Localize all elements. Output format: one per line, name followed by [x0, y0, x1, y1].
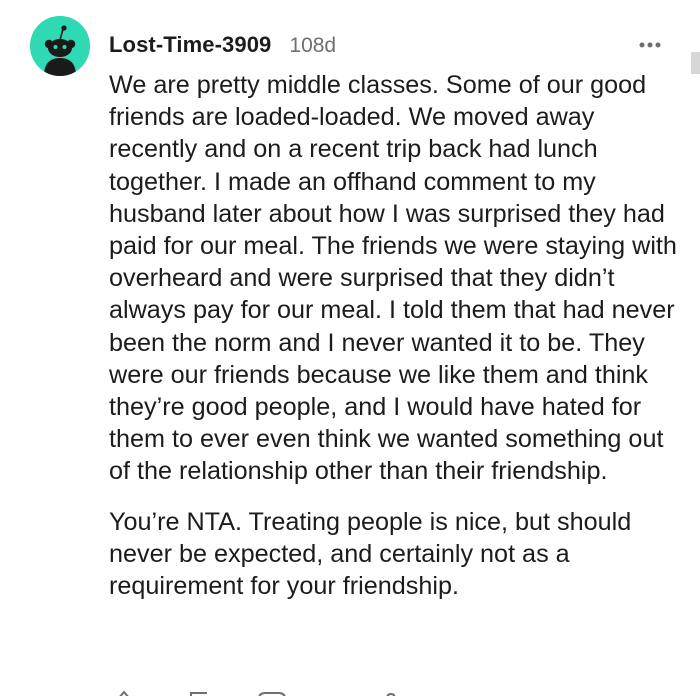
reply-icon[interactable] — [189, 686, 209, 696]
comment-paragraph: We are pretty middle classes. Some of ou… — [109, 71, 677, 486]
comment-actions — [109, 686, 529, 696]
snoo-avatar-icon — [30, 16, 90, 76]
avatar[interactable] — [30, 16, 90, 76]
award-icon[interactable] — [257, 686, 287, 696]
scrollbar[interactable] — [691, 52, 700, 74]
comment-age: 108d — [289, 34, 337, 57]
comment: Lost-Time-3909 108d We are pretty middle… — [0, 0, 700, 696]
username[interactable]: Lost-Time-3909 — [109, 32, 271, 58]
more-options-button[interactable] — [638, 38, 668, 52]
more-horizontal-icon — [639, 42, 661, 48]
comment-header: Lost-Time-3909 108d — [109, 32, 336, 58]
share-icon[interactable] — [381, 686, 401, 696]
comment-body: We are pretty middle classes. Some of ou… — [109, 69, 681, 602]
upvote-icon[interactable] — [115, 686, 133, 696]
comment-paragraph: You’re NTA. Treating people is nice, but… — [109, 507, 632, 601]
